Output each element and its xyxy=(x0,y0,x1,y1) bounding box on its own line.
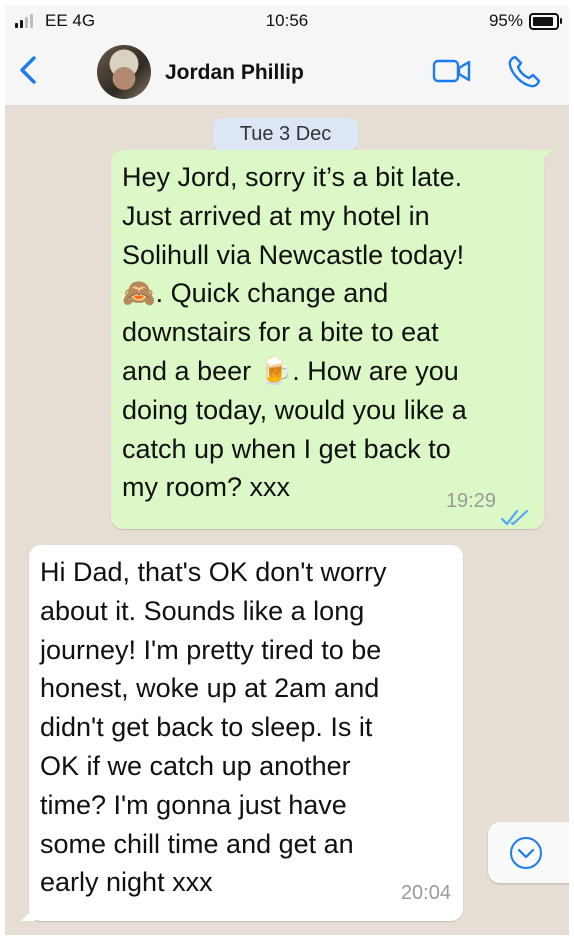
message-time: 20:04 xyxy=(400,882,451,905)
message-time: 19:29 xyxy=(445,490,496,513)
message-bubble-outgoing[interactable]: Hey Jord, sorry it’s a bit late. Just ar… xyxy=(111,150,552,529)
contact-name[interactable]: Jordan Phillip xyxy=(165,61,304,85)
chevron-down-icon xyxy=(510,837,542,869)
status-time: 10:56 xyxy=(265,11,309,30)
double-check-icon xyxy=(500,500,532,526)
message-bubble-incoming[interactable]: Hi Dad, that's OK don't worry about it. … xyxy=(21,545,463,921)
chat-screen: EE 4G 10:56 95% Jordan Phillip Tue 3 Dec… xyxy=(5,5,569,935)
scroll-to-bottom-button[interactable] xyxy=(488,822,569,883)
battery-percentage: 95% xyxy=(488,11,523,30)
message-text: Hi Dad, that's OK don't worry about it. … xyxy=(40,557,387,898)
phone-call-icon[interactable] xyxy=(506,54,542,90)
date-separator: Tue 3 Dec xyxy=(213,118,358,151)
status-bar: EE 4G 10:56 95% xyxy=(5,5,569,37)
message-text: Hey Jord, sorry it’s a bit late. Just ar… xyxy=(122,162,467,503)
battery-icon xyxy=(529,13,562,30)
avatar[interactable] xyxy=(97,45,151,99)
chat-header: Jordan Phillip xyxy=(5,37,569,106)
video-call-icon[interactable] xyxy=(432,57,472,85)
message-list[interactable]: Tue 3 Dec Hey Jord, sorry it’s a bit lat… xyxy=(5,106,569,935)
back-chevron-icon[interactable] xyxy=(15,55,41,85)
